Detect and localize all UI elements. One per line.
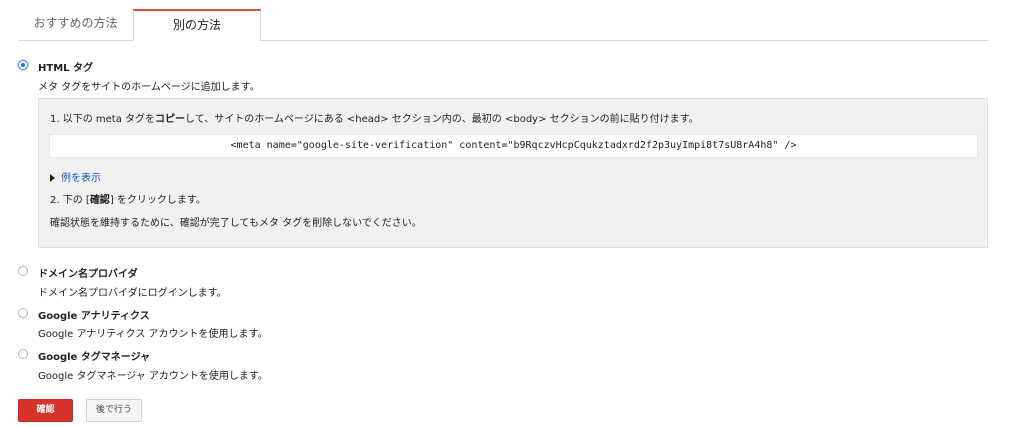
radio-domain-provider[interactable] [18,266,28,276]
option-desc-google-tag-manager: Google タグマネージャ アカウントを使用します。 [38,371,268,382]
method-tabs: おすすめの方法 別の方法 [18,9,988,41]
radio-html-tag[interactable] [18,60,28,70]
step1-text: 1. 以下の meta タグをコピーして、サイトのホームページにある <head… [50,114,699,125]
later-button[interactable]: 後で行う [86,399,142,422]
radio-google-tag-manager[interactable] [18,349,28,359]
keep-meta-note: 確認状態を維持するために、確認が完了してもメタ タグを削除しないでください。 [50,218,422,229]
option-desc-domain-provider: ドメイン名プロバイダにログインします。 [38,288,227,299]
show-example-link[interactable]: 例を表示 [50,169,101,184]
expand-triangle-icon [50,174,55,182]
option-desc-google-analytics: Google アナリティクス アカウントを使用します。 [38,329,268,340]
tab-alternate[interactable]: 別の方法 [133,9,261,41]
option-title-domain-provider[interactable]: ドメイン名プロバイダ [38,265,138,280]
option-title-google-analytics[interactable]: Google アナリティクス [38,307,150,322]
option-desc-html-tag: メタ タグをサイトのホームページに追加します。 [38,82,260,93]
tab-recommended[interactable]: おすすめの方法 [18,9,133,40]
instructions-panel: 1. 以下の meta タグをコピーして、サイトのホームページにある <head… [38,98,988,248]
option-title-google-tag-manager[interactable]: Google タグマネージャ [38,348,150,363]
confirm-button[interactable]: 確認 [18,399,73,422]
radio-google-analytics[interactable] [18,308,28,318]
option-title-html-tag[interactable]: HTML タグ [38,59,93,74]
step2-text: 2. 下の [確認] をクリックします。 [50,195,206,206]
meta-tag-code[interactable]: <meta name="google-site-verification" co… [49,134,978,158]
